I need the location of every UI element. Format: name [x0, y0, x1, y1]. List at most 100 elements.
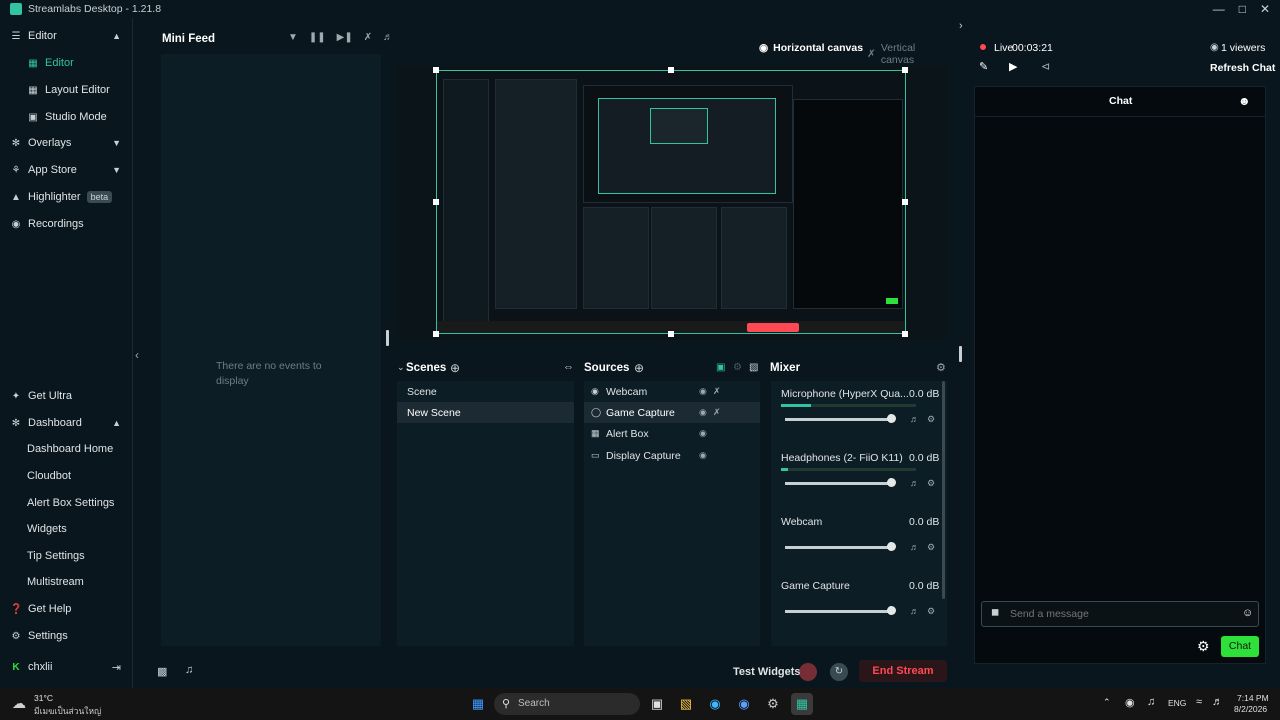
- volume-slider[interactable]: [785, 546, 892, 549]
- horizontal-canvas-option[interactable]: ◉ Horizontal canvas: [759, 42, 863, 54]
- maximize-icon[interactable]: □: [1239, 2, 1246, 16]
- collapse-sidebar-icon[interactable]: ‹: [135, 348, 139, 362]
- file-explorer-icon[interactable]: ▧: [675, 693, 697, 715]
- sidebar-item-dashboard-home[interactable]: Dashboard Home: [0, 438, 133, 460]
- gear-icon[interactable]: ⚙: [927, 542, 935, 553]
- sidebar-item-studio-mode[interactable]: ▣ Studio Mode: [0, 106, 133, 128]
- volume-slider[interactable]: [785, 610, 892, 613]
- sidebar-item-settings[interactable]: ⚙ Settings: [0, 625, 133, 647]
- stats-icon[interactable]: ▩: [157, 665, 167, 678]
- gear-icon[interactable]: ⚙: [927, 414, 935, 425]
- chat-message-input[interactable]: [1010, 606, 1230, 622]
- volume-icon[interactable]: ♬: [1212, 696, 1223, 708]
- visibility-off-icon[interactable]: ✗: [713, 386, 721, 397]
- lock-icon[interactable]: ◉: [699, 386, 707, 397]
- sidebar-item-highlighter[interactable]: ▲ Highlighter beta: [0, 186, 133, 208]
- share-icon[interactable]: ⊲: [1041, 60, 1050, 73]
- collapse-right-icon[interactable]: ›: [959, 20, 963, 32]
- clock-time[interactable]: 7:14 PM: [1237, 693, 1269, 703]
- volume-slider-knob[interactable]: [887, 606, 896, 615]
- sidebar-group-editor[interactable]: ☰ Editor ▲: [0, 25, 133, 47]
- sidebar-item-get-help[interactable]: ❓ Get Help: [0, 598, 133, 620]
- chat-settings-icon[interactable]: ⚙: [1197, 638, 1210, 655]
- windows-start-icon[interactable]: ▦: [467, 693, 489, 715]
- logout-icon[interactable]: ⇥: [112, 661, 121, 674]
- gear-icon[interactable]: ⚙: [927, 478, 935, 489]
- stream-preview[interactable]: [436, 70, 906, 334]
- volume-slider-knob[interactable]: [887, 414, 896, 423]
- microphone-icon[interactable]: ♫: [1147, 696, 1155, 708]
- sidebar-item-multistream[interactable]: Multistream: [0, 571, 133, 593]
- volume-slider[interactable]: [785, 418, 892, 421]
- speaker-icon[interactable]: ♬: [910, 606, 919, 616]
- sidebar-item-alert-box-settings[interactable]: Alert Box Settings: [0, 492, 133, 514]
- sidebar-item-cloudbot[interactable]: Cloudbot: [0, 465, 133, 487]
- minimize-icon[interactable]: —: [1213, 2, 1225, 16]
- sidebar-item-widgets[interactable]: Widgets: [0, 518, 133, 540]
- pause-icon[interactable]: ❚❚: [309, 32, 326, 43]
- volume-slider-knob[interactable]: [887, 478, 896, 487]
- language-indicator[interactable]: ENG: [1168, 698, 1186, 708]
- scene-item[interactable]: Scene: [397, 381, 574, 402]
- sidebar-item-layout-editor[interactable]: ▦ Layout Editor: [0, 79, 133, 101]
- user-list-icon[interactable]: ☻: [1238, 94, 1251, 108]
- resize-handle[interactable]: [386, 330, 389, 346]
- steam-icon[interactable]: ⚙: [762, 693, 784, 715]
- filter-icon[interactable]: ▼: [288, 32, 298, 43]
- visibility-off-icon[interactable]: ✗: [713, 407, 721, 418]
- close-icon[interactable]: ✕: [1260, 2, 1270, 16]
- source-item[interactable]: ▦ Alert Box ◉: [584, 423, 760, 444]
- resize-handle-bl[interactable]: [433, 331, 439, 337]
- gear-icon[interactable]: ⚙: [927, 606, 935, 617]
- sidebar-item-tip-settings[interactable]: Tip Settings: [0, 545, 133, 567]
- browser-icon[interactable]: ◉: [733, 693, 755, 715]
- notification-icon[interactable]: ♫: [185, 664, 193, 676]
- scene-transitions-icon[interactable]: ⇔: [563, 361, 574, 373]
- speaker-icon[interactable]: ♬: [910, 542, 919, 552]
- edge-icon[interactable]: ◉: [704, 693, 726, 715]
- skip-icon[interactable]: ▶❚: [337, 32, 353, 43]
- tray-chevron-icon[interactable]: ⌃: [1103, 697, 1111, 708]
- weather-desc[interactable]: มีเมฆเป็นส่วนใหญ่: [34, 704, 101, 718]
- mixer-scrollbar[interactable]: [942, 381, 945, 599]
- resize-handle[interactable]: [959, 346, 962, 362]
- lock-icon[interactable]: ◉: [699, 407, 707, 418]
- speaker-icon[interactable]: ♬: [910, 478, 919, 488]
- lock-icon[interactable]: ◉: [699, 450, 707, 461]
- mixer-settings-icon[interactable]: ⚙: [936, 361, 946, 374]
- video-icon[interactable]: ▶: [1009, 60, 1017, 73]
- emoji-icon[interactable]: ☺: [1242, 607, 1253, 619]
- sidebar-item-editor[interactable]: ▦ Editor: [0, 52, 133, 74]
- sidebar-user[interactable]: K chxlii ⇥: [0, 656, 133, 678]
- taskbar-search[interactable]: ⚲ Search: [494, 693, 640, 715]
- chat-send-button[interactable]: Chat: [1221, 636, 1259, 657]
- source-settings-icon[interactable]: ⚙: [733, 362, 742, 373]
- sidebar-item-overlays[interactable]: ✻ Overlays ▼: [0, 132, 133, 154]
- source-item[interactable]: ▭ Display Capture ◉: [584, 445, 760, 466]
- chat-input-wrapper[interactable]: ◼ ☺: [981, 601, 1259, 627]
- scene-item[interactable]: New Scene: [397, 402, 574, 423]
- replay-buffer-button[interactable]: ↻: [830, 663, 848, 681]
- resize-handle-t[interactable]: [668, 67, 674, 73]
- test-widgets-label[interactable]: Test Widgets: [733, 666, 801, 678]
- source-item[interactable]: ◯ Game Capture ◉ ✗: [584, 402, 760, 423]
- resize-handle-l[interactable]: [433, 199, 439, 205]
- resize-handle-br[interactable]: [902, 331, 908, 337]
- weather-icon[interactable]: ☁: [12, 695, 26, 712]
- clock-date[interactable]: 8/2/2026: [1234, 704, 1267, 714]
- resize-handle-b[interactable]: [668, 331, 674, 337]
- collapse-chevron-icon[interactable]: ⌄: [397, 362, 405, 373]
- volume-icon[interactable]: ♬: [383, 32, 393, 43]
- edit-icon[interactable]: ✎: [979, 60, 988, 73]
- sidebar-item-dashboard[interactable]: ✻ Dashboard ▲: [0, 412, 133, 434]
- volume-slider[interactable]: [785, 482, 892, 485]
- lock-icon[interactable]: ◉: [699, 428, 707, 439]
- end-stream-button[interactable]: End Stream: [859, 660, 947, 682]
- resize-handle-tl[interactable]: [433, 67, 439, 73]
- folder-icon[interactable]: ▧: [749, 362, 758, 373]
- sidebar-item-get-ultra[interactable]: ✦ Get Ultra: [0, 385, 133, 407]
- shield-icon[interactable]: ◼: [991, 607, 999, 618]
- add-scene-icon[interactable]: ⊕: [450, 361, 460, 375]
- refresh-chat-button[interactable]: Refresh Chat: [1210, 62, 1275, 74]
- speaker-icon[interactable]: ♬: [910, 414, 919, 424]
